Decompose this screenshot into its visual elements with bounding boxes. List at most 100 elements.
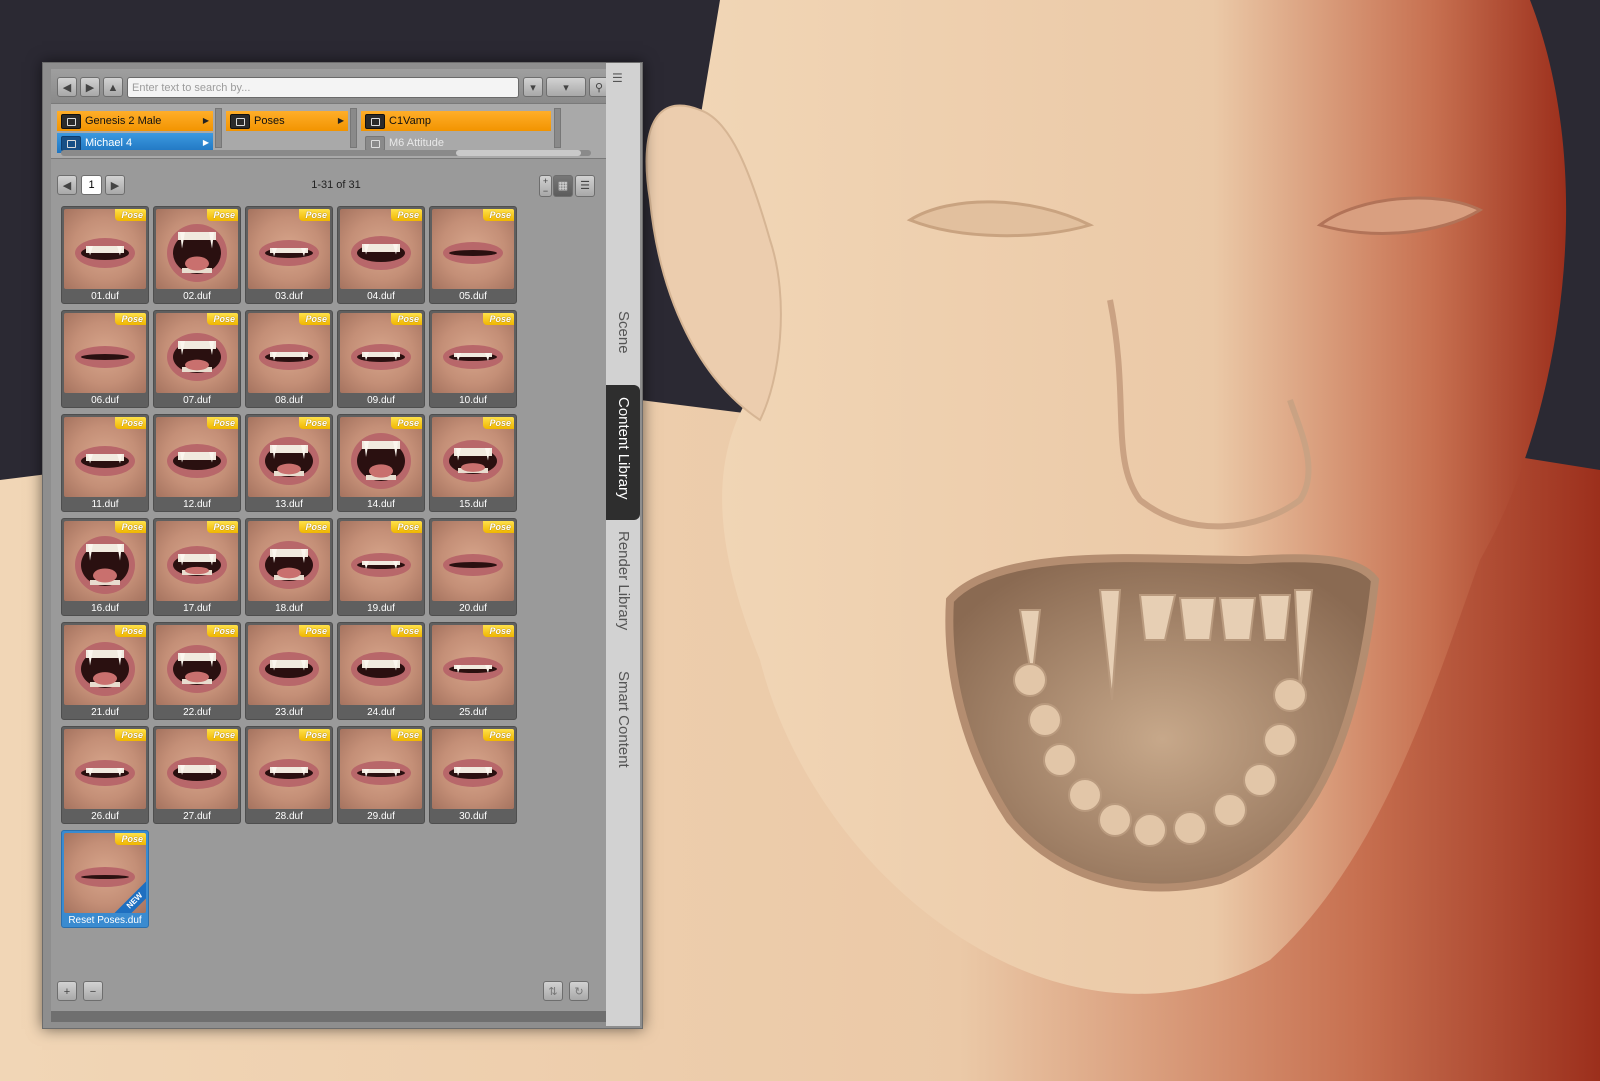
pose-badge: Pose (391, 417, 422, 429)
content-item-tile[interactable]: Pose 03.duf (245, 206, 333, 304)
tab-label: Smart Content (615, 671, 632, 768)
content-item-tile[interactable]: Pose 23.duf (245, 622, 333, 720)
pose-badge: Pose (391, 521, 422, 533)
content-item-tile[interactable]: Pose 27.duf (153, 726, 241, 824)
content-item-tile[interactable]: Pose 11.duf (61, 414, 149, 512)
pose-badge: Pose (115, 625, 146, 637)
scrollbar-thumb[interactable] (456, 150, 581, 156)
folder-icon (61, 136, 81, 151)
content-item-tile[interactable]: Pose 28.duf (245, 726, 333, 824)
folder-label: Michael 4 (85, 137, 133, 149)
content-item-label: 18.duf (275, 603, 303, 614)
pose-badge: Pose (391, 729, 422, 741)
page-next-icon[interactable]: ▶ (105, 175, 125, 195)
content-item-tile[interactable]: Pose 18.duf (245, 518, 333, 616)
pose-badge: Pose (483, 313, 514, 325)
content-item-tile[interactable]: Pose 01.duf (61, 206, 149, 304)
panel-menu-icon[interactable]: ☰ (612, 71, 634, 91)
pose-badge: Pose (207, 209, 238, 221)
content-item-tile[interactable]: Pose 05.duf (429, 206, 517, 304)
grid-view-icon[interactable]: ▦ (553, 175, 573, 197)
content-item-tile[interactable]: Pose 24.duf (337, 622, 425, 720)
pose-thumbnail: Pose (248, 313, 330, 393)
content-item-tile[interactable]: Pose NEW Reset Poses.duf (61, 830, 149, 928)
content-library-body: ◀ ▶ ▲ ▾ ▾ ⚲ Genesis 2 Male ▶ Michael 4 ▶… (51, 69, 609, 1022)
tab-content-library[interactable]: Content Library (606, 385, 640, 520)
minus-icon[interactable]: − (83, 981, 103, 1001)
content-item-tile[interactable]: Pose 21.duf (61, 622, 149, 720)
content-item-tile[interactable]: Pose 06.duf (61, 310, 149, 408)
up-arrow-icon[interactable]: ▲ (103, 77, 123, 97)
pose-badge: Pose (115, 417, 146, 429)
content-item-tile[interactable]: Pose 25.duf (429, 622, 517, 720)
pager-row: ◀ 1 ▶ 1-31 of 31 + − ▦ ☰ (51, 169, 606, 201)
pose-thumbnail: Pose (64, 521, 146, 601)
content-item-label: 17.duf (183, 603, 211, 614)
pose-badge: Pose (299, 729, 330, 741)
folder-label: Poses (254, 115, 285, 127)
folder-poses[interactable]: Poses ▶ (226, 111, 348, 131)
content-item-tile[interactable]: Pose 14.duf (337, 414, 425, 512)
horizontal-scrollbar[interactable] (61, 150, 591, 156)
pose-thumbnail: Pose (156, 313, 238, 393)
content-item-tile[interactable]: Pose 02.duf (153, 206, 241, 304)
content-item-tile[interactable]: Pose 20.duf (429, 518, 517, 616)
content-item-label: 03.duf (275, 291, 303, 302)
refresh-icon[interactable]: ↻ (569, 981, 589, 1001)
pose-thumbnail: Pose (432, 521, 514, 601)
content-item-tile[interactable]: Pose 04.duf (337, 206, 425, 304)
pose-thumbnail: Pose (248, 625, 330, 705)
content-item-tile[interactable]: Pose 07.duf (153, 310, 241, 408)
content-item-tile[interactable]: Pose 22.duf (153, 622, 241, 720)
resize-grip[interactable] (51, 1011, 606, 1022)
tab-smart-content[interactable]: Smart Content (606, 671, 640, 791)
pose-thumbnail: Pose (432, 313, 514, 393)
pose-badge: Pose (483, 625, 514, 637)
pose-thumbnail: Pose (64, 313, 146, 393)
pose-badge: Pose (115, 313, 146, 325)
folder-genesis-2-male[interactable]: Genesis 2 Male ▶ (57, 111, 213, 131)
page-prev-icon[interactable]: ◀ (57, 175, 77, 195)
content-item-tile[interactable]: Pose 16.duf (61, 518, 149, 616)
content-item-tile[interactable]: Pose 13.duf (245, 414, 333, 512)
content-item-label: 19.duf (367, 603, 395, 614)
content-item-tile[interactable]: Pose 30.duf (429, 726, 517, 824)
list-view-icon[interactable]: ☰ (575, 175, 595, 197)
content-item-tile[interactable]: Pose 29.duf (337, 726, 425, 824)
tab-scene[interactable]: Scene (606, 311, 640, 381)
content-item-tile[interactable]: Pose 19.duf (337, 518, 425, 616)
pose-thumbnail: Pose (248, 521, 330, 601)
pose-thumbnail: Pose (64, 209, 146, 289)
bottom-bar: + − ⇅ ↻ (51, 969, 606, 1011)
folder-label: M6 Attitude (389, 137, 445, 149)
column-scrollbar[interactable] (350, 108, 357, 148)
folder-c1vamp[interactable]: C1Vamp (361, 111, 551, 131)
filter-dropdown-icon[interactable]: ▾ (523, 77, 543, 97)
content-item-label: 01.duf (91, 291, 119, 302)
content-item-tile[interactable]: Pose 09.duf (337, 310, 425, 408)
back-arrow-icon[interactable]: ◀ (57, 77, 77, 97)
content-item-tile[interactable]: Pose 15.duf (429, 414, 517, 512)
column-scrollbar[interactable] (215, 108, 222, 148)
thumbnail-size-icon[interactable]: + − (539, 175, 552, 197)
content-item-tile[interactable]: Pose 08.duf (245, 310, 333, 408)
pose-thumbnail: Pose (432, 417, 514, 497)
content-item-label: 22.duf (183, 707, 211, 718)
column-scrollbar[interactable] (554, 108, 561, 148)
content-item-label: 05.duf (459, 291, 487, 302)
plus-icon[interactable]: + (57, 981, 77, 1001)
pose-badge: Pose (115, 521, 146, 533)
pose-badge: Pose (115, 833, 146, 845)
page-number-field[interactable]: 1 (81, 175, 102, 195)
forward-arrow-icon[interactable]: ▶ (80, 77, 100, 97)
search-options-dropdown[interactable]: ▾ (546, 77, 586, 97)
content-item-tile[interactable]: Pose 26.duf (61, 726, 149, 824)
tab-render-library[interactable]: Render Library (606, 531, 640, 651)
content-item-tile[interactable]: Pose 12.duf (153, 414, 241, 512)
sync-icon[interactable]: ⇅ (543, 981, 563, 1001)
content-item-tile[interactable]: Pose 17.duf (153, 518, 241, 616)
pose-badge: Pose (299, 209, 330, 221)
search-input[interactable] (127, 77, 519, 98)
pose-thumbnail: Pose (156, 209, 238, 289)
content-item-tile[interactable]: Pose 10.duf (429, 310, 517, 408)
